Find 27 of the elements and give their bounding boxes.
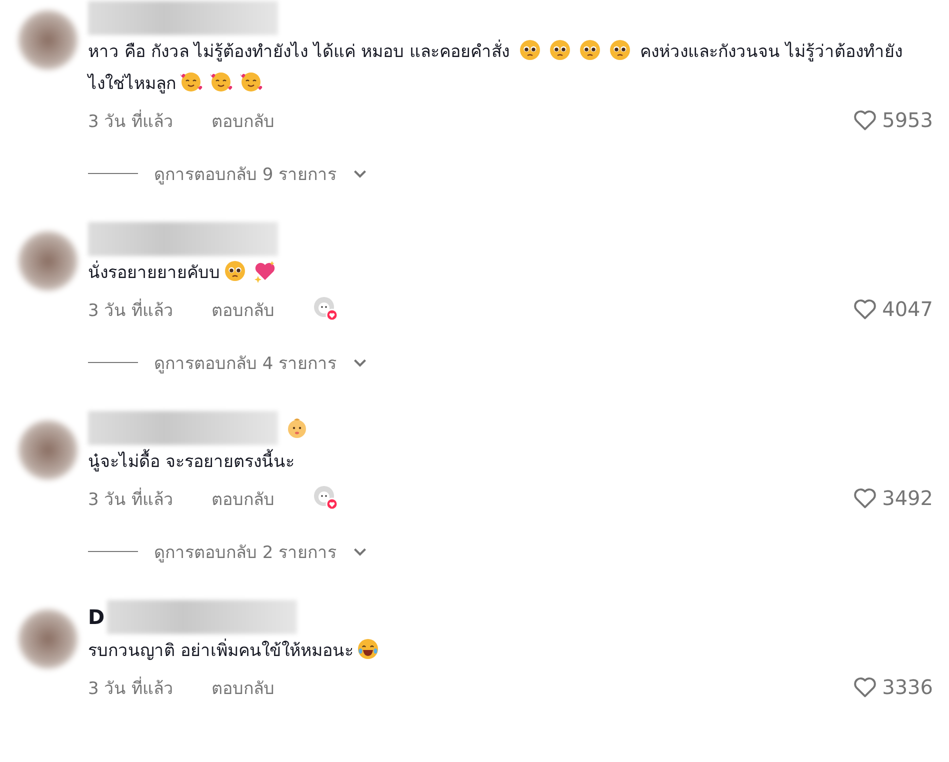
reply-link[interactable]: ตอบกลับ — [212, 484, 275, 512]
comment-time: 3 วัน ที่แล้ว — [88, 486, 174, 512]
chevron-down-icon — [352, 168, 367, 178]
reply-link[interactable]: ตอบกลับ — [212, 106, 275, 134]
comment-time: 3 วัน ที่แล้ว — [88, 676, 174, 700]
chevron-down-icon — [352, 546, 367, 556]
comment-text: นู๋จะไม่ดื้อ จะรอยายตรงนี้นะ — [88, 446, 908, 478]
like-button[interactable]: 3336 — [852, 674, 933, 700]
reply-link[interactable]: ตอบกลับ — [212, 296, 275, 322]
comment-text: นั่งรอยายยายคับบ — [88, 257, 908, 289]
blurred-avatar[interactable] — [18, 231, 78, 291]
comment-time: 3 วัน ที่แล้ว — [88, 108, 174, 134]
comment-text: หาว คือ กังวล ไม่รู้ต้องทำยังไง ได้แค่ หมอบ และคอยคำสั่ง คงห่วงและกังวนจน ไม่รู้ว่าต้องทำยังไงใช่ไหมลูก — [88, 36, 908, 100]
view-replies-button[interactable]: ดูการตอบกลับ 4 รายการ — [88, 349, 367, 376]
blurred-avatar[interactable] — [18, 420, 78, 480]
blurred-avatar[interactable] — [18, 609, 78, 669]
username[interactable]: D — [88, 605, 105, 629]
like-button[interactable]: 5953 — [852, 107, 933, 133]
like-button[interactable]: 3492 — [852, 485, 933, 511]
comment-time: 3 วัน ที่แล้ว — [88, 298, 174, 322]
chevron-down-icon — [352, 358, 367, 368]
reply-link[interactable]: ตอบกลับ — [212, 674, 275, 700]
blurred-avatar[interactable] — [18, 10, 78, 70]
view-replies-button[interactable]: ดูการตอบกลับ 9 รายการ — [88, 160, 367, 187]
view-replies-button[interactable]: ดูการตอบกลับ 2 รายการ — [88, 538, 367, 565]
like-button[interactable]: 4047 — [852, 296, 933, 322]
comment-text: รบกวนญาติ อย่าเพิ่มคนใข้ให้หมอนะ — [88, 635, 908, 667]
